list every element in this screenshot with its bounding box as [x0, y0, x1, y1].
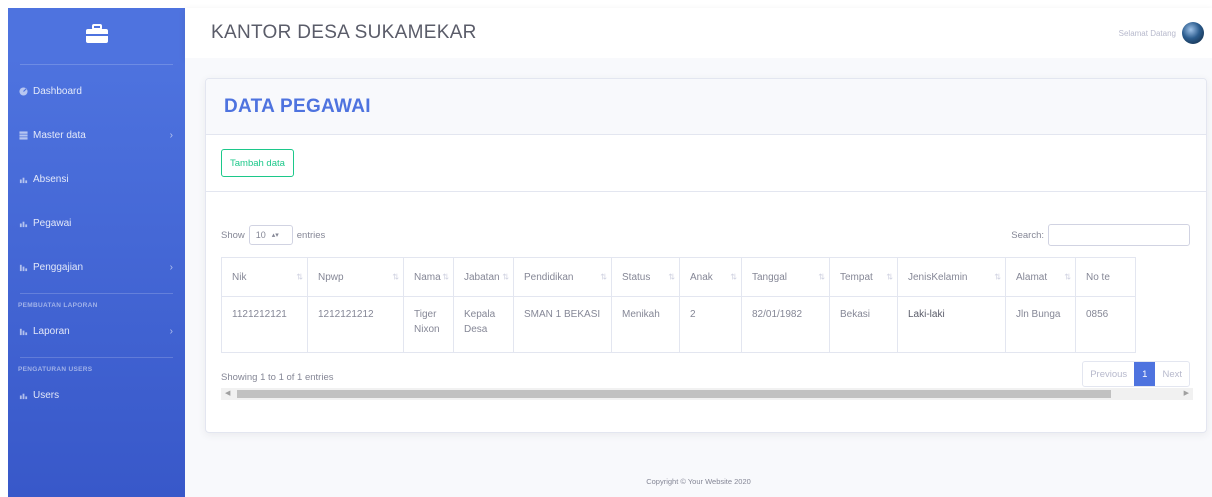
entries-label: entries	[296, 229, 326, 241]
scroll-right-icon[interactable]: ▶	[1184, 389, 1189, 397]
sort-icon: ⇅	[1064, 272, 1071, 282]
next-button[interactable]: Next	[1155, 362, 1189, 386]
cell-status: Menikah	[611, 296, 680, 353]
table-controls: Show 10 ▴▾ entries Search:	[221, 223, 1190, 247]
footer-copyright: Copyright © Your Website 2020	[646, 477, 751, 486]
dashboard-icon	[18, 86, 28, 96]
add-data-button[interactable]: Tambah data	[221, 149, 294, 177]
col-no-telp[interactable]: No te	[1075, 257, 1136, 297]
table-icon	[18, 130, 28, 140]
sidebar-item-master-data[interactable]: Master data ›	[8, 113, 185, 157]
search-wrap: Search:	[1011, 224, 1190, 246]
col-anak[interactable]: Anak ⇅	[679, 257, 742, 297]
page-title: DATA PEGAWAI	[224, 95, 371, 117]
sidebar: Dashboard Master data › Absensi Pegawai …	[8, 8, 185, 497]
chart-icon	[18, 326, 28, 336]
topbar: KANTOR DESA SUKAMEKAR Selamat Datang	[185, 8, 1212, 58]
horizontal-scrollbar[interactable]: ◀ ▶	[221, 388, 1193, 400]
page-1-button[interactable]: 1	[1134, 362, 1156, 386]
pagination: Previous 1 Next	[1082, 361, 1190, 387]
search-input[interactable]	[1048, 224, 1190, 246]
col-status[interactable]: Status ⇅	[611, 257, 680, 297]
table-scroll-area: Nik ⇅ Npwp ⇅ Nama ⇅ Jabatan ⇅ Pendidikan ⇅ St…	[221, 257, 1193, 355]
avatar[interactable]	[1182, 22, 1204, 44]
cell-npwp: 1212121212	[307, 296, 404, 353]
cell-no-telp: 0856	[1075, 296, 1136, 353]
cell-tempat: Bekasi	[829, 296, 898, 353]
cell-nik: 1121212121	[221, 296, 308, 353]
show-label: Show	[221, 229, 245, 241]
sidebar-heading-reports: PEMBUATAN LAPORAN	[18, 302, 98, 309]
chevron-right-icon: ›	[169, 129, 173, 141]
sort-icon: ⇅	[886, 272, 893, 282]
sidebar-item-dashboard[interactable]: Dashboard	[8, 69, 185, 113]
table-row[interactable]: 1121212121 1212121212 Tiger Nixon Kepala…	[221, 296, 1136, 353]
col-tanggal[interactable]: Tanggal ⇅	[741, 257, 830, 297]
welcome-text[interactable]: Selamat Datang	[1119, 29, 1176, 38]
card-toolbar: Tambah data	[206, 135, 1206, 192]
col-jenis-kelamin[interactable]: JenisKelamin ⇅	[897, 257, 1006, 297]
sidebar-divider	[20, 357, 173, 358]
sidebar-brand[interactable]	[8, 8, 185, 60]
sidebar-item-absensi[interactable]: Absensi	[8, 157, 185, 201]
app-title: KANTOR DESA SUKAMEKAR	[211, 22, 477, 43]
col-nik[interactable]: Nik ⇅	[221, 257, 308, 297]
card-header: DATA PEGAWAI	[206, 79, 1206, 135]
sort-icon: ⇅	[442, 272, 449, 282]
sidebar-item-label: Users	[33, 389, 60, 401]
table-info: Showing 1 to 1 of 1 entries	[221, 372, 334, 383]
sort-icon: ⇅	[600, 272, 607, 282]
col-nama[interactable]: Nama ⇅	[403, 257, 454, 297]
sort-icon: ⇅	[730, 272, 737, 282]
sidebar-item-label: Master data	[33, 129, 86, 141]
sidebar-item-pegawai[interactable]: Pegawai	[8, 201, 185, 245]
sidebar-item-label: Penggajian	[33, 261, 84, 273]
chevron-right-icon: ›	[169, 261, 173, 273]
sort-icon: ⇅	[668, 272, 675, 282]
sidebar-item-label: Absensi	[33, 173, 69, 185]
select-arrow-icon: ▴▾	[271, 232, 279, 239]
employee-card: DATA PEGAWAI Tambah data Show 10 ▴▾ entr…	[205, 78, 1207, 433]
table-header-row: Nik ⇅ Npwp ⇅ Nama ⇅ Jabatan ⇅ Pendidikan ⇅ St…	[221, 257, 1136, 297]
sidebar-divider	[20, 293, 173, 294]
cell-alamat: Jln Bunga	[1005, 296, 1076, 353]
col-pendidikan[interactable]: Pendidikan ⇅	[513, 257, 612, 297]
col-tempat[interactable]: Tempat ⇅	[829, 257, 898, 297]
chevron-right-icon: ›	[169, 325, 173, 337]
sort-icon: ⇅	[994, 272, 1001, 282]
sort-icon: ⇅	[296, 272, 303, 282]
cell-anak: 2	[679, 296, 742, 353]
employee-table: Nik ⇅ Npwp ⇅ Nama ⇅ Jabatan ⇅ Pendidikan ⇅ St…	[221, 257, 1136, 353]
chart-icon	[18, 262, 28, 272]
sort-icon: ⇅	[818, 272, 825, 282]
col-alamat[interactable]: Alamat ⇅	[1005, 257, 1076, 297]
sort-icon: ⇅	[502, 272, 509, 282]
briefcase-icon	[85, 24, 108, 43]
cell-nama: Tiger Nixon	[403, 296, 454, 353]
cell-pendidikan: SMAN 1 BEKASI	[513, 296, 612, 353]
entries-value: 10	[255, 230, 266, 240]
cell-jenis-kelamin: Laki-laki	[897, 296, 1006, 353]
cell-tanggal: 82/01/1982	[741, 296, 830, 353]
cell-jabatan: Kepala Desa	[453, 296, 514, 353]
scrollbar-thumb[interactable]	[237, 390, 1111, 398]
sidebar-item-laporan[interactable]: Laporan ›	[8, 309, 185, 353]
chart-icon	[18, 218, 28, 228]
sort-icon: ⇅	[392, 272, 399, 282]
col-jabatan[interactable]: Jabatan ⇅	[453, 257, 514, 297]
sidebar-item-penggajian[interactable]: Penggajian ›	[8, 245, 185, 289]
entries-select[interactable]: 10 ▴▾	[248, 225, 293, 245]
sidebar-item-users[interactable]: Users	[8, 373, 185, 417]
search-label: Search:	[1011, 229, 1044, 241]
sidebar-item-label: Laporan	[33, 325, 70, 337]
sidebar-item-label: Pegawai	[33, 217, 72, 229]
chart-icon	[18, 390, 28, 400]
sidebar-heading-users: PENGATURAN USERS	[18, 366, 93, 373]
chart-icon	[18, 174, 28, 184]
sidebar-item-label: Dashboard	[33, 85, 82, 97]
previous-button[interactable]: Previous	[1083, 362, 1134, 386]
sidebar-divider	[20, 64, 173, 65]
col-npwp[interactable]: Npwp ⇅	[307, 257, 404, 297]
scroll-left-icon[interactable]: ◀	[225, 389, 230, 397]
